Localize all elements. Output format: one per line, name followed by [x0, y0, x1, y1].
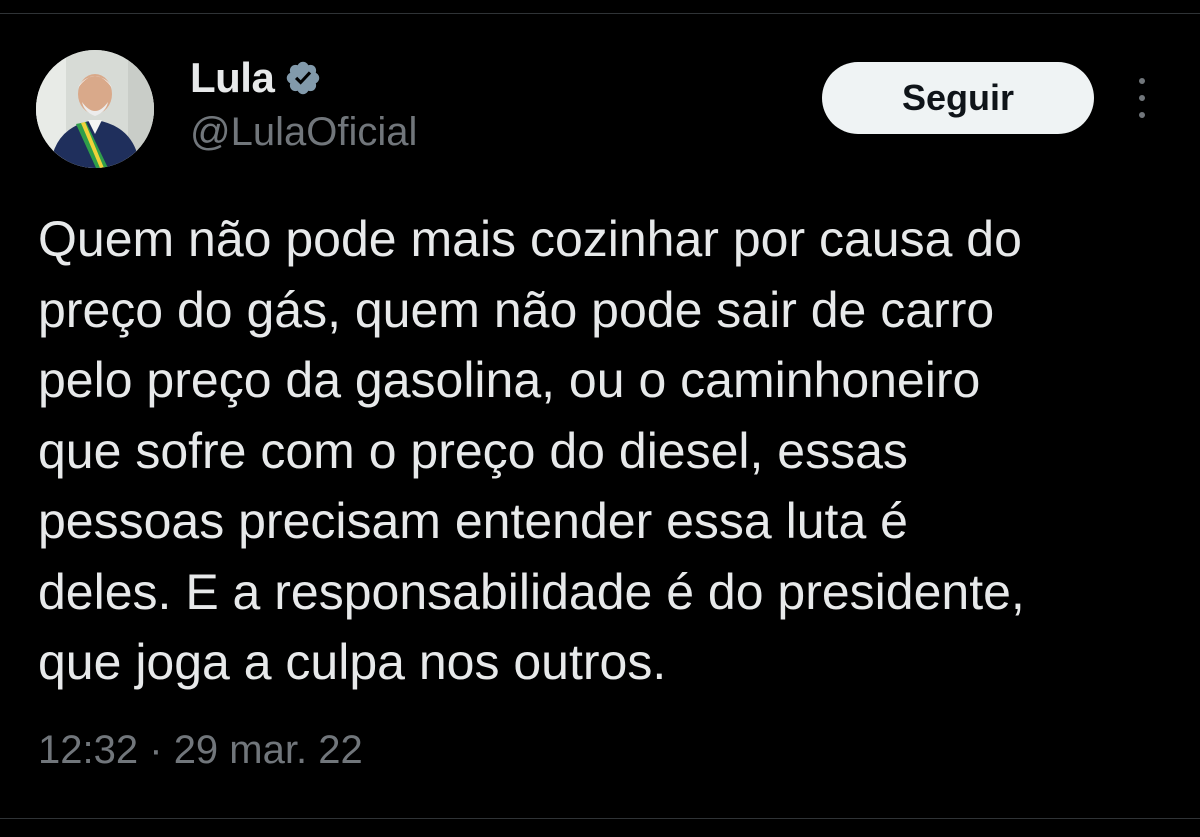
follow-button[interactable]: Seguir [822, 62, 1094, 134]
top-divider [0, 13, 1200, 14]
more-dot [1139, 95, 1145, 101]
tweet-date[interactable]: 29 mar. 22 [174, 728, 363, 772]
author-handle[interactable]: @LulaOficial [190, 110, 417, 155]
avatar-photo-icon [36, 50, 154, 168]
tweet-time[interactable]: 12:32 [38, 728, 138, 772]
display-name[interactable]: Lula [190, 54, 275, 102]
name-row: Lula [190, 52, 417, 104]
tweet-meta: 12:32 · 29 mar. 22 [38, 728, 363, 773]
author-avatar[interactable] [36, 50, 154, 168]
verified-badge-icon[interactable] [284, 59, 322, 97]
tweet-text: Quem não pode mais cozinhar por causa do… [38, 211, 1025, 690]
more-dot [1139, 112, 1145, 118]
author-block: Lula @LulaOficial [190, 52, 417, 155]
more-options-icon[interactable] [1128, 78, 1156, 118]
more-dot [1139, 78, 1145, 84]
meta-separator: · [149, 728, 163, 772]
bottom-divider [0, 818, 1200, 819]
